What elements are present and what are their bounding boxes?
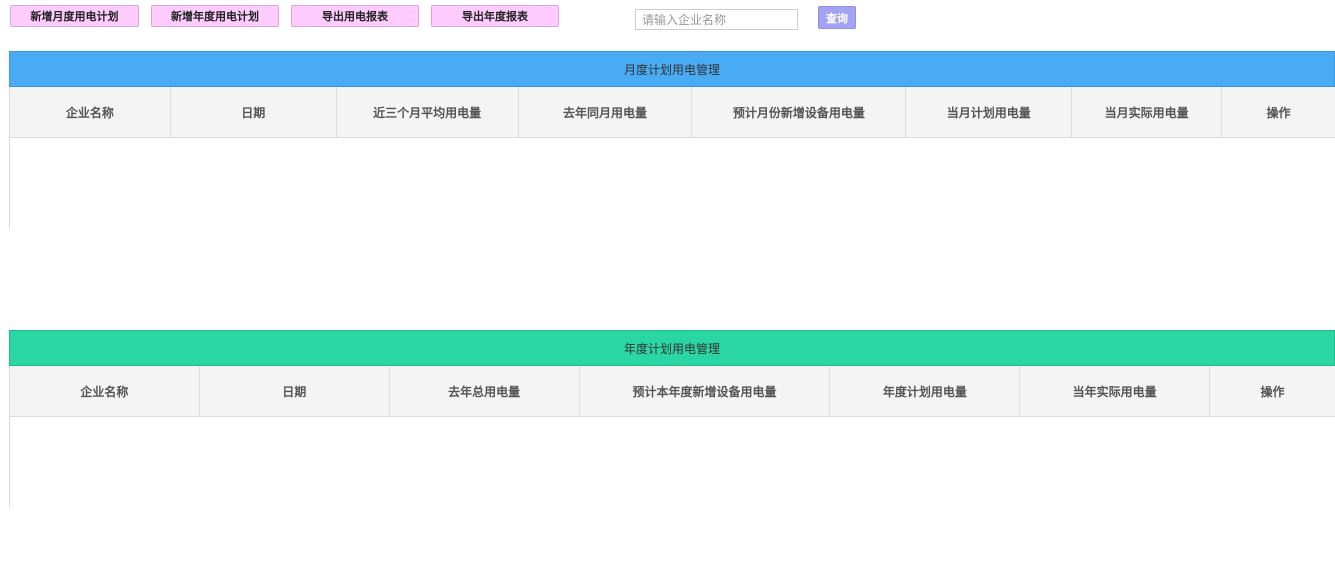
monthly-col-new-equipment: 预计月份新增设备用电量 [692, 87, 907, 137]
annual-table-header: 企业名称 日期 去年总用电量 预计本年度新增设备用电量 年度计划用电量 当年实际… [9, 366, 1335, 417]
monthly-plan-panel: 月度计划用电管理 企业名称 日期 近三个月平均用电量 去年同月用电量 预计月份新… [9, 51, 1335, 229]
annual-col-actions: 操作 [1260, 384, 1285, 399]
monthly-col-actual: 当月实际用电量 [1072, 87, 1223, 137]
add-monthly-plan-button[interactable]: 新增月度用电计划 [10, 5, 139, 27]
monthly-col-avg-3month: 近三个月平均用电量 [337, 87, 519, 137]
export-power-report-button[interactable]: 导出用电报表 [291, 5, 419, 27]
annual-col-date: 日期 [200, 366, 390, 416]
monthly-table-body [9, 138, 1335, 229]
annual-col-actual: 当年实际用电量 [1020, 366, 1211, 416]
annual-panel-title: 年度计划用电管理 [9, 330, 1335, 366]
monthly-col-date: 日期 [171, 87, 337, 137]
company-name-search-input[interactable] [635, 9, 798, 30]
monthly-col-actions: 操作 [1266, 105, 1291, 120]
add-annual-plan-button[interactable]: 新增年度用电计划 [151, 5, 279, 27]
annual-table-body [9, 417, 1335, 508]
annual-plan-panel: 年度计划用电管理 企业名称 日期 去年总用电量 预计本年度新增设备用电量 年度计… [9, 330, 1335, 508]
annual-col-new-equipment: 预计本年度新增设备用电量 [580, 366, 831, 416]
monthly-col-company: 企业名称 [10, 87, 171, 137]
query-button[interactable]: 查询 [818, 6, 856, 29]
monthly-panel-title: 月度计划用电管理 [9, 51, 1335, 87]
toolbar: 新增月度用电计划 新增年度用电计划 导出用电报表 导出年度报表 查询 [0, 0, 1335, 40]
export-annual-report-button[interactable]: 导出年度报表 [431, 5, 559, 27]
monthly-col-last-year-same-month: 去年同月用电量 [519, 87, 693, 137]
annual-col-company: 企业名称 [10, 366, 200, 416]
monthly-col-planned: 当月计划用电量 [906, 87, 1073, 137]
annual-col-last-year-total: 去年总用电量 [390, 366, 580, 416]
annual-col-planned: 年度计划用电量 [830, 366, 1021, 416]
monthly-table-header: 企业名称 日期 近三个月平均用电量 去年同月用电量 预计月份新增设备用电量 当月… [9, 87, 1335, 138]
